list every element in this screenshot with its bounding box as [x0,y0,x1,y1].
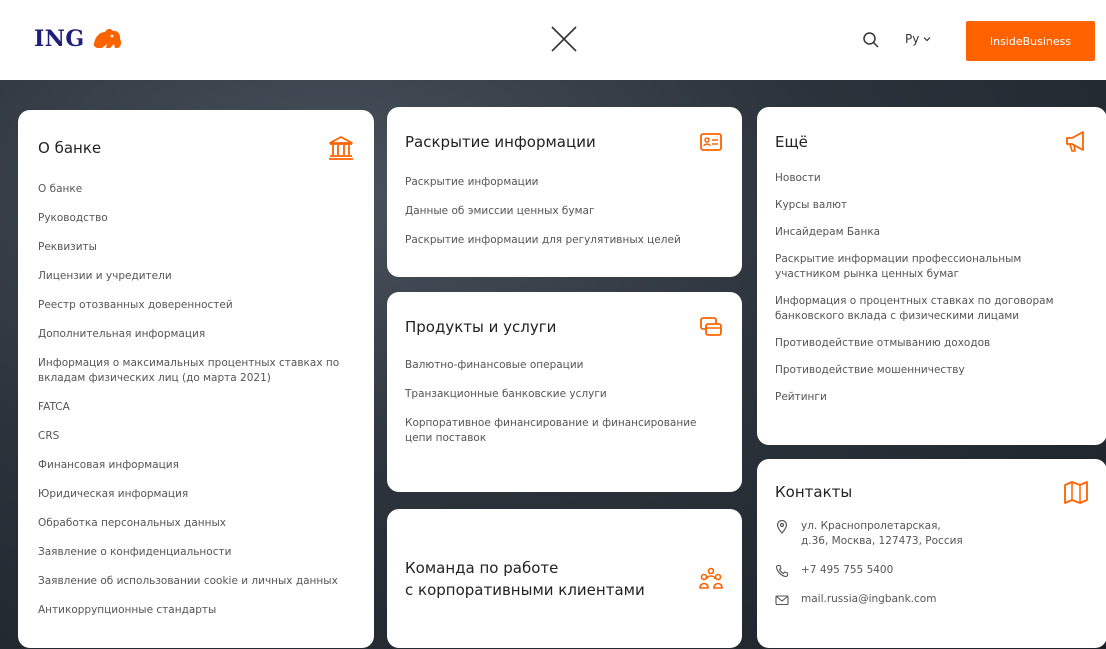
about-link[interactable]: Заявление о конфиденциальности [38,545,354,560]
chevron-down-icon [923,37,931,42]
about-card-header: О банке [38,130,354,166]
disclosure-link[interactable]: Раскрытие информации [405,175,724,190]
more-card: Ещё Новости Курсы валют Инсайдерам Банка… [757,107,1106,445]
address-line2: д.36, Москва, 127473, Россия [801,535,963,547]
team-title-line1: Команда по работе [405,558,559,577]
disclosure-links: Раскрытие информации Данные об эмиссии ц… [405,175,724,248]
team-card-title: Команда по работе с корпоративными клиен… [405,557,645,601]
about-link[interactable]: Реестр отозванных доверенностей [38,298,354,313]
address-line1: ул. Краснопролетарская, [801,520,941,532]
products-link[interactable]: Корпоративное финансирование и финансиро… [405,416,724,446]
envelope-icon [775,595,789,606]
about-link[interactable]: Юридическая информация [38,487,354,502]
language-label: Ру [905,32,920,46]
about-card: О банке О банке Руководство Реквизиты Ли… [18,110,374,648]
language-selector[interactable]: Ру [905,32,931,46]
phone-text[interactable]: +7 495 755 5400 [801,563,893,578]
about-link[interactable]: Дополнительная информация [38,327,354,342]
cards-icon [700,317,722,336]
disclosure-link[interactable]: Раскрытие информации для регулятивных це… [405,233,724,248]
more-link[interactable]: Новости [775,171,1089,186]
disclosure-card-header: Раскрытие информации [405,129,724,155]
more-link[interactable]: Курсы валют [775,198,1089,213]
about-link[interactable]: Заявление об использовании cookie и личн… [38,574,354,589]
logo-text: ING [34,26,85,52]
insidebusiness-button[interactable]: InsideBusiness [966,21,1095,61]
about-link[interactable]: Лицензии и учредители [38,269,354,284]
more-card-header: Ещё [775,129,1089,155]
products-link[interactable]: Валютно-финансовые операции [405,358,724,373]
team-card[interactable]: Команда по работе с корпоративными клиен… [387,509,742,648]
contacts-card: Контакты ул. Краснопролетарская, д.36, М… [757,459,1106,648]
more-card-title: Ещё [775,133,808,151]
products-link[interactable]: Транзакционные банковские услуги [405,387,724,402]
id-card-icon [700,133,722,151]
lion-icon [93,28,121,48]
map-icon [1064,481,1088,504]
about-card-title: О банке [38,139,102,157]
email-text[interactable]: mail.russia@ingbank.com [801,592,936,607]
more-link[interactable]: Противодействие мошенничеству [775,363,1089,378]
products-card-title: Продукты и услуги [405,318,557,336]
more-link[interactable]: Раскрытие информации профессиональным уч… [775,252,1089,282]
bank-building-icon [329,136,353,160]
close-icon[interactable] [548,23,580,55]
about-link[interactable]: Обработка персональных данных [38,516,354,531]
location-pin-icon [776,520,788,534]
more-link[interactable]: Противодействие отмыванию доходов [775,336,1089,351]
team-title-line2: с корпоративными клиентами [405,580,645,599]
contacts-card-header: Контакты [775,479,1089,505]
about-link[interactable]: FATCA [38,400,354,415]
disclosure-card-title: Раскрытие информации [405,133,596,151]
about-link[interactable]: Информация о максимальных процентных ста… [38,356,354,386]
ing-logo[interactable]: ING [34,26,125,52]
address-text: ул. Краснопролетарская, д.36, Москва, 12… [801,519,963,549]
products-card: Продукты и услуги Валютно-финансовые опе… [387,292,742,492]
insidebusiness-label: InsideBusiness [989,34,1072,48]
contact-address: ул. Краснопролетарская, д.36, Москва, 12… [775,519,1089,549]
products-card-header: Продукты и услуги [405,314,724,340]
contact-email[interactable]: mail.russia@ingbank.com [775,592,1089,607]
more-link[interactable]: Рейтинги [775,390,1089,405]
search-icon[interactable] [862,31,880,49]
about-link[interactable]: Реквизиты [38,240,354,255]
disclosure-link[interactable]: Данные об эмиссии ценных бумаг [405,204,724,219]
about-link[interactable]: CRS [38,429,354,444]
about-link[interactable]: О банке [38,182,354,197]
contacts-card-title: Контакты [775,483,853,501]
more-link[interactable]: Инсайдерам Банка [775,225,1089,240]
phone-icon [775,564,789,578]
header: ING Ру InsideBusiness [0,0,1106,80]
more-links: Новости Курсы валют Инсайдерам Банка Рас… [775,171,1089,405]
about-link[interactable]: Финансовая информация [38,458,354,473]
contact-phone[interactable]: +7 495 755 5400 [775,563,1089,578]
about-link[interactable]: Руководство [38,211,354,226]
about-link[interactable]: Антикоррупционные стандарты [38,603,354,618]
disclosure-card: Раскрытие информации Раскрытие информаци… [387,107,742,277]
about-links: О банке Руководство Реквизиты Лицензии и… [38,182,354,618]
megaphone-icon [1066,131,1084,152]
team-icon [699,567,723,589]
products-links: Валютно-финансовые операции Транзакционн… [405,358,724,446]
more-link[interactable]: Информация о процентных ставках по догов… [775,294,1089,324]
